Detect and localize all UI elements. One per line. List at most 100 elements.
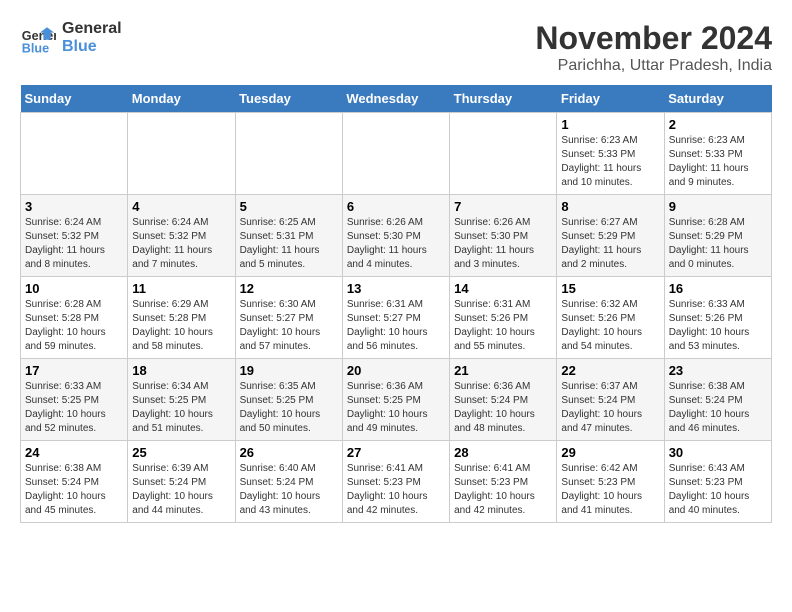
- day-info: Sunrise: 6:35 AM Sunset: 5:25 PM Dayligh…: [240, 380, 338, 436]
- day-cell: 27 Sunrise: 6:41 AM Sunset: 5:23 PM Dayli…: [342, 441, 449, 523]
- day-info: Sunrise: 6:36 AM Sunset: 5:24 PM Dayligh…: [454, 380, 552, 436]
- day-info: Sunrise: 6:30 AM Sunset: 5:27 PM Dayligh…: [240, 298, 338, 354]
- day-info: Sunrise: 6:24 AM Sunset: 5:32 PM Dayligh…: [25, 216, 123, 272]
- day-number: 15: [561, 281, 659, 296]
- day-info: Sunrise: 6:36 AM Sunset: 5:25 PM Dayligh…: [347, 380, 445, 436]
- day-number: 28: [454, 445, 552, 460]
- day-info: Sunrise: 6:41 AM Sunset: 5:23 PM Dayligh…: [347, 462, 445, 518]
- day-cell: 11Sunrise: 6:29 AM Sunset: 5:28 PM Dayli…: [128, 277, 235, 359]
- day-cell: 25 Sunrise: 6:39 AM Sunset: 5:24 PM Dayli…: [128, 441, 235, 523]
- day-cell: 12 Sunrise: 6:30 AM Sunset: 5:27 PM Dayli…: [235, 277, 342, 359]
- weekday-header-saturday: Saturday: [664, 85, 771, 113]
- location-title: Parichha, Uttar Pradesh, India: [535, 57, 772, 75]
- day-number: 17: [25, 363, 123, 378]
- day-info: Sunrise: 6:28 AM Sunset: 5:28 PM Dayligh…: [25, 298, 123, 354]
- day-info: Sunrise: 6:38 AM Sunset: 5:24 PM Dayligh…: [669, 380, 767, 436]
- logo: General Blue General Blue: [20, 20, 122, 56]
- day-cell: 15 Sunrise: 6:32 AM Sunset: 5:26 PM Dayli…: [557, 277, 664, 359]
- weekday-header-sunday: Sunday: [21, 85, 128, 113]
- day-info: Sunrise: 6:40 AM Sunset: 5:24 PM Dayligh…: [240, 462, 338, 518]
- day-number: 19: [240, 363, 338, 378]
- day-cell: 3Sunrise: 6:24 AM Sunset: 5:32 PM Daylig…: [21, 195, 128, 277]
- day-info: Sunrise: 6:28 AM Sunset: 5:29 PM Dayligh…: [669, 216, 767, 272]
- day-number: 14: [454, 281, 552, 296]
- day-number: 6: [347, 199, 445, 214]
- day-cell: 21Sunrise: 6:36 AM Sunset: 5:24 PM Dayli…: [450, 359, 557, 441]
- day-number: 23: [669, 363, 767, 378]
- day-number: 12: [240, 281, 338, 296]
- week-row-5: 24 Sunrise: 6:38 AM Sunset: 5:24 PM Dayli…: [21, 441, 772, 523]
- day-cell: [21, 113, 128, 195]
- day-number: 25: [132, 445, 230, 460]
- day-cell: 22 Sunrise: 6:37 AM Sunset: 5:24 PM Dayli…: [557, 359, 664, 441]
- day-number: 9: [669, 199, 767, 214]
- day-cell: 23 Sunrise: 6:38 AM Sunset: 5:24 PM Dayli…: [664, 359, 771, 441]
- day-cell: 17 Sunrise: 6:33 AM Sunset: 5:25 PM Dayli…: [21, 359, 128, 441]
- day-cell: 24 Sunrise: 6:38 AM Sunset: 5:24 PM Dayli…: [21, 441, 128, 523]
- day-cell: 6 Sunrise: 6:26 AM Sunset: 5:30 PM Daylig…: [342, 195, 449, 277]
- day-info: Sunrise: 6:34 AM Sunset: 5:25 PM Dayligh…: [132, 380, 230, 436]
- day-cell: 8 Sunrise: 6:27 AM Sunset: 5:29 PM Daylig…: [557, 195, 664, 277]
- day-info: Sunrise: 6:26 AM Sunset: 5:30 PM Dayligh…: [454, 216, 552, 272]
- day-cell: 20 Sunrise: 6:36 AM Sunset: 5:25 PM Dayli…: [342, 359, 449, 441]
- day-number: 13: [347, 281, 445, 296]
- svg-text:Blue: Blue: [22, 41, 49, 55]
- day-cell: [235, 113, 342, 195]
- day-info: Sunrise: 6:23 AM Sunset: 5:33 PM Dayligh…: [561, 134, 659, 190]
- day-info: Sunrise: 6:26 AM Sunset: 5:30 PM Dayligh…: [347, 216, 445, 272]
- day-number: 26: [240, 445, 338, 460]
- day-info: Sunrise: 6:41 AM Sunset: 5:23 PM Dayligh…: [454, 462, 552, 518]
- day-info: Sunrise: 6:31 AM Sunset: 5:27 PM Dayligh…: [347, 298, 445, 354]
- day-number: 24: [25, 445, 123, 460]
- day-number: 2: [669, 117, 767, 132]
- logo-blue: Blue: [62, 38, 122, 56]
- day-number: 4: [132, 199, 230, 214]
- day-info: Sunrise: 6:25 AM Sunset: 5:31 PM Dayligh…: [240, 216, 338, 272]
- day-number: 27: [347, 445, 445, 460]
- day-number: 22: [561, 363, 659, 378]
- day-info: Sunrise: 6:27 AM Sunset: 5:29 PM Dayligh…: [561, 216, 659, 272]
- week-row-3: 10 Sunrise: 6:28 AM Sunset: 5:28 PM Dayli…: [21, 277, 772, 359]
- header: General Blue General Blue November 2024 …: [20, 20, 772, 75]
- day-cell: 2 Sunrise: 6:23 AM Sunset: 5:33 PM Daylig…: [664, 113, 771, 195]
- day-info: Sunrise: 6:42 AM Sunset: 5:23 PM Dayligh…: [561, 462, 659, 518]
- day-cell: [128, 113, 235, 195]
- day-info: Sunrise: 6:24 AM Sunset: 5:32 PM Dayligh…: [132, 216, 230, 272]
- day-info: Sunrise: 6:37 AM Sunset: 5:24 PM Dayligh…: [561, 380, 659, 436]
- day-number: 10: [25, 281, 123, 296]
- weekday-header-monday: Monday: [128, 85, 235, 113]
- day-number: 20: [347, 363, 445, 378]
- day-number: 16: [669, 281, 767, 296]
- day-cell: 26 Sunrise: 6:40 AM Sunset: 5:24 PM Dayli…: [235, 441, 342, 523]
- day-cell: 18Sunrise: 6:34 AM Sunset: 5:25 PM Dayli…: [128, 359, 235, 441]
- day-cell: 14Sunrise: 6:31 AM Sunset: 5:26 PM Dayli…: [450, 277, 557, 359]
- week-row-2: 3Sunrise: 6:24 AM Sunset: 5:32 PM Daylig…: [21, 195, 772, 277]
- day-cell: 29Sunrise: 6:42 AM Sunset: 5:23 PM Dayli…: [557, 441, 664, 523]
- day-info: Sunrise: 6:33 AM Sunset: 5:25 PM Dayligh…: [25, 380, 123, 436]
- day-number: 8: [561, 199, 659, 214]
- day-number: 30: [669, 445, 767, 460]
- day-info: Sunrise: 6:43 AM Sunset: 5:23 PM Dayligh…: [669, 462, 767, 518]
- day-cell: [450, 113, 557, 195]
- weekday-header-row: SundayMondayTuesdayWednesdayThursdayFrid…: [21, 85, 772, 113]
- day-cell: 28 Sunrise: 6:41 AM Sunset: 5:23 PM Dayli…: [450, 441, 557, 523]
- day-info: Sunrise: 6:32 AM Sunset: 5:26 PM Dayligh…: [561, 298, 659, 354]
- day-number: 7: [454, 199, 552, 214]
- day-cell: 16 Sunrise: 6:33 AM Sunset: 5:26 PM Dayli…: [664, 277, 771, 359]
- day-info: Sunrise: 6:39 AM Sunset: 5:24 PM Dayligh…: [132, 462, 230, 518]
- day-info: Sunrise: 6:33 AM Sunset: 5:26 PM Dayligh…: [669, 298, 767, 354]
- day-info: Sunrise: 6:38 AM Sunset: 5:24 PM Dayligh…: [25, 462, 123, 518]
- day-cell: 10 Sunrise: 6:28 AM Sunset: 5:28 PM Dayli…: [21, 277, 128, 359]
- calendar-table: SundayMondayTuesdayWednesdayThursdayFrid…: [20, 85, 772, 523]
- day-cell: [342, 113, 449, 195]
- logo-general: General: [62, 20, 122, 38]
- day-cell: 5Sunrise: 6:25 AM Sunset: 5:31 PM Daylig…: [235, 195, 342, 277]
- day-cell: 7 Sunrise: 6:26 AM Sunset: 5:30 PM Daylig…: [450, 195, 557, 277]
- day-cell: 1Sunrise: 6:23 AM Sunset: 5:33 PM Daylig…: [557, 113, 664, 195]
- weekday-header-thursday: Thursday: [450, 85, 557, 113]
- day-cell: 19 Sunrise: 6:35 AM Sunset: 5:25 PM Dayli…: [235, 359, 342, 441]
- month-title: November 2024: [535, 20, 772, 57]
- day-cell: 13 Sunrise: 6:31 AM Sunset: 5:27 PM Dayli…: [342, 277, 449, 359]
- weekday-header-friday: Friday: [557, 85, 664, 113]
- day-info: Sunrise: 6:23 AM Sunset: 5:33 PM Dayligh…: [669, 134, 767, 190]
